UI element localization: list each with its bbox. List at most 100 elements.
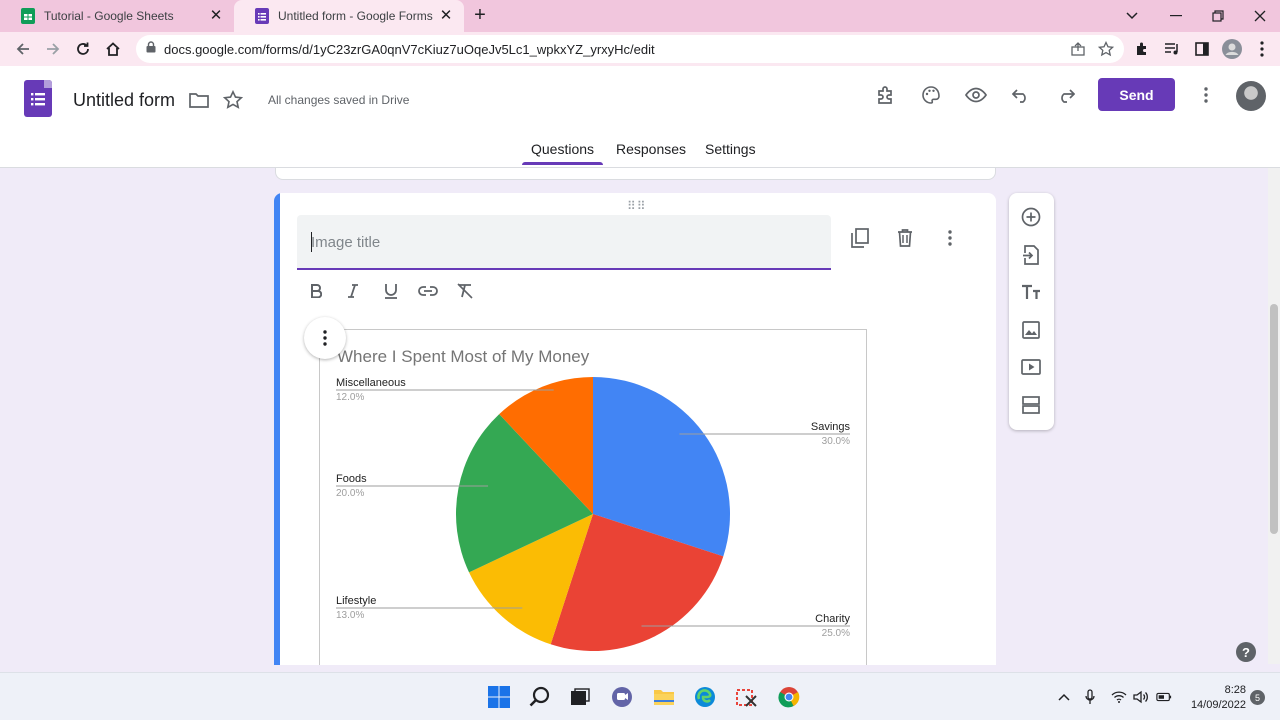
extensions-icon[interactable] — [1132, 39, 1152, 59]
more-options-icon[interactable] — [1194, 83, 1218, 107]
import-questions-icon[interactable] — [1019, 243, 1043, 267]
duplicate-icon[interactable] — [848, 226, 872, 250]
task-view-icon[interactable] — [568, 685, 592, 709]
save-status: All changes saved in Drive — [268, 93, 410, 107]
image-options-menu-icon[interactable] — [304, 317, 346, 359]
form-title[interactable]: Untitled form — [73, 90, 175, 111]
chrome-browser-icon[interactable] — [777, 685, 801, 709]
tab-google-forms[interactable]: Untitled form - Google Forms ✕ — [234, 0, 464, 32]
reload-icon[interactable] — [72, 38, 94, 60]
page-scrollbar[interactable] — [1268, 168, 1280, 664]
chart-image[interactable]: Where I Spent Most of My Money Savings 30… — [319, 329, 867, 665]
add-image-icon[interactable] — [1019, 318, 1043, 342]
undo-icon[interactable] — [1009, 83, 1033, 107]
home-icon[interactable] — [102, 38, 124, 60]
minimize-icon[interactable] — [1156, 0, 1196, 32]
file-explorer-icon[interactable] — [652, 685, 676, 709]
tab-title: Untitled form - Google Forms — [278, 9, 433, 23]
pie-percent-label: 30.0% — [822, 436, 850, 447]
add-ons-puzzle-icon[interactable] — [874, 83, 898, 107]
pie-label: Charity — [815, 613, 850, 625]
microphone-icon[interactable] — [1082, 689, 1098, 705]
browser-tab-strip: Tutorial - Google Sheets ✕ Untitled form… — [0, 0, 1280, 32]
pie-percent-label: 12.0% — [336, 392, 364, 403]
bookmark-star-icon[interactable] — [1097, 40, 1115, 62]
address-bar[interactable]: docs.google.com/forms/d/1yC23zrGA0qnV7cK… — [136, 35, 1124, 63]
pie-percent-label: 13.0% — [336, 610, 364, 621]
google-forms-logo-icon[interactable] — [24, 80, 52, 117]
tab-title: Tutorial - Google Sheets — [44, 9, 174, 23]
add-title-description-icon[interactable] — [1019, 280, 1043, 304]
help-button[interactable]: ? — [1236, 642, 1256, 662]
search-icon[interactable] — [528, 685, 552, 709]
windows-start-icon[interactable] — [487, 685, 511, 709]
palette-icon[interactable] — [919, 83, 943, 107]
tab-google-sheets[interactable]: Tutorial - Google Sheets ✕ — [0, 0, 234, 32]
restore-icon[interactable] — [1198, 0, 1238, 32]
close-window-icon[interactable] — [1240, 0, 1280, 32]
lock-icon — [146, 40, 156, 58]
clock-date: 14/09/2022 — [1190, 699, 1246, 711]
close-tab-icon[interactable]: ✕ — [208, 8, 224, 24]
pie-label: Lifestyle — [336, 595, 376, 607]
system-clock[interactable]: 8:28 14/09/2022 — [1182, 683, 1246, 713]
forms-header: Untitled form All changes saved in Drive… — [0, 66, 1280, 168]
snipping-tool-icon[interactable] — [735, 685, 759, 709]
url-text: docs.google.com/forms/d/1yC23zrGA0qnV7cK… — [164, 41, 655, 57]
windows-taskbar: 8:28 14/09/2022 5 — [0, 672, 1280, 720]
account-avatar[interactable] — [1236, 81, 1266, 111]
image-title-field[interactable] — [297, 215, 831, 270]
add-video-icon[interactable] — [1019, 355, 1043, 379]
close-tab-icon[interactable]: ✕ — [438, 8, 454, 24]
forms-icon — [254, 8, 270, 24]
edge-browser-icon[interactable] — [693, 685, 717, 709]
share-icon[interactable] — [1070, 41, 1086, 62]
show-hidden-icons-chevron-icon[interactable] — [1056, 689, 1072, 705]
pie-label: Foods — [336, 473, 367, 485]
redo-icon[interactable] — [1054, 83, 1078, 107]
underline-icon[interactable] — [379, 279, 403, 303]
send-button[interactable]: Send — [1098, 78, 1175, 111]
media-control-icon[interactable] — [1162, 39, 1182, 59]
text-caret — [311, 232, 312, 252]
clock-time: 8:28 — [1224, 684, 1246, 696]
teams-chat-icon[interactable] — [610, 685, 634, 709]
bold-icon[interactable] — [304, 279, 328, 303]
pie-percent-label: 25.0% — [822, 628, 850, 639]
pie-percent-label: 20.0% — [336, 488, 364, 499]
add-question-icon[interactable] — [1019, 205, 1043, 229]
sheets-icon — [20, 8, 36, 24]
pie-label: Miscellaneous — [336, 377, 406, 389]
tab-search-chevron-icon[interactable] — [1112, 0, 1152, 32]
add-section-icon[interactable] — [1019, 393, 1043, 417]
forward-icon[interactable] — [42, 38, 64, 60]
pie-label: Savings — [811, 421, 851, 433]
clear-formatting-icon[interactable] — [453, 279, 477, 303]
notification-badge[interactable]: 5 — [1250, 690, 1265, 705]
image-title-input[interactable] — [311, 231, 811, 253]
chrome-menu-icon[interactable] — [1252, 39, 1272, 59]
preview-eye-icon[interactable] — [964, 83, 988, 107]
delete-trash-icon[interactable] — [893, 226, 917, 250]
link-icon[interactable] — [416, 279, 440, 303]
chart-title: Where I Spent Most of My Money — [337, 347, 590, 366]
active-tab-indicator — [522, 162, 603, 165]
form-tabs: Questions Responses Settings — [0, 141, 1280, 167]
battery-icon[interactable] — [1156, 689, 1172, 705]
italic-icon[interactable] — [341, 279, 365, 303]
previous-question-card[interactable] — [275, 168, 996, 180]
item-more-options-icon[interactable] — [938, 226, 962, 250]
drag-handle-icon[interactable]: ⠿⠿ — [627, 199, 647, 213]
scrollbar-thumb[interactable] — [1270, 304, 1278, 534]
star-icon[interactable] — [221, 88, 245, 112]
profile-avatar-icon[interactable] — [1222, 39, 1242, 59]
image-item-card[interactable]: ⠿⠿ Where I Spent Most of My Money Saving… — [274, 193, 996, 665]
volume-icon[interactable] — [1133, 689, 1149, 705]
back-icon[interactable] — [12, 38, 34, 60]
tab-settings[interactable]: Settings — [705, 141, 756, 167]
wifi-icon[interactable] — [1111, 689, 1127, 705]
tab-responses[interactable]: Responses — [616, 141, 686, 167]
side-panel-icon[interactable] — [1192, 39, 1212, 59]
folder-icon[interactable] — [187, 88, 211, 112]
new-tab-button[interactable]: + — [470, 5, 490, 26]
